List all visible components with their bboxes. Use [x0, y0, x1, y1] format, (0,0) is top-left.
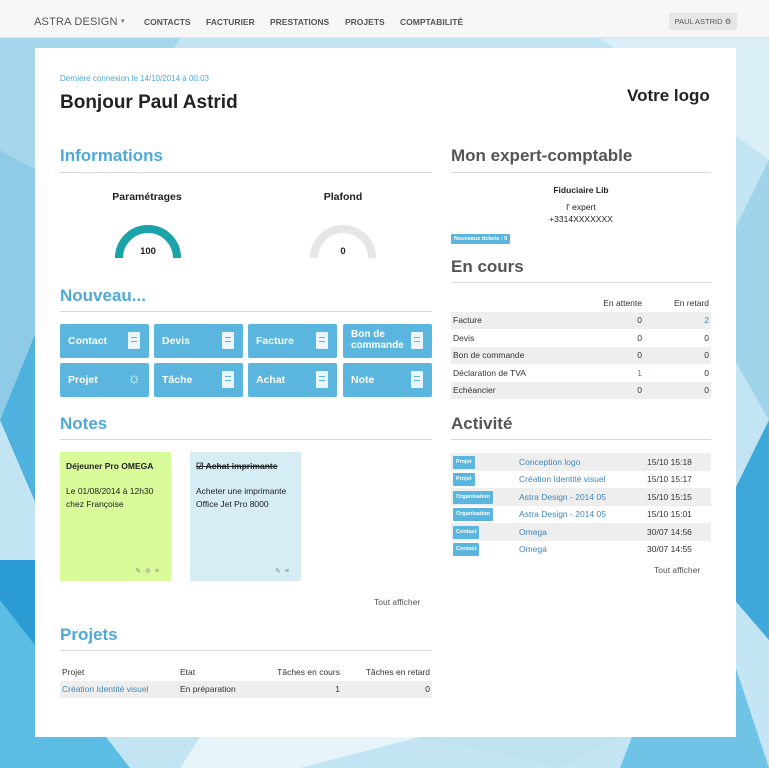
order-form-icon [411, 332, 423, 349]
projets-table: Projet Etat Tâches en cours Tâches en re… [60, 663, 432, 698]
note-body: Acheter une imprimante Office Jet Pro 80… [196, 486, 287, 509]
table-row: Contact Omega 30/07 14:55 [451, 541, 711, 559]
gauge-label-parametrages: Paramétrages [112, 191, 182, 203]
expert-title: Mon expert-comptable [451, 146, 633, 165]
receipt-icon [316, 371, 328, 388]
table-row: Bon de commande 0 0 [451, 346, 711, 364]
new-tache-button[interactable]: Tâche [154, 363, 243, 397]
type-badge: Projet [453, 473, 475, 487]
new-projet-button[interactable]: Projet ☼ [60, 363, 149, 397]
caret-down-icon[interactable]: ▾ [121, 17, 125, 25]
project-link[interactable]: Création Identité visuel [60, 680, 178, 698]
new-bon-de-commande-button[interactable]: Bon de commande [343, 324, 432, 358]
page-title: Bonjour Paul Astrid [60, 92, 238, 113]
invoice-icon [316, 332, 328, 349]
gauge-value-parametrages: 100 [140, 246, 156, 257]
activity-link[interactable]: Création Identité visuel [517, 471, 645, 489]
gauge-value-plafond: 0 [340, 246, 346, 257]
table-row: Organisation Astra Design - 2014 05 15/1… [451, 506, 711, 524]
note-icon [411, 371, 423, 388]
type-badge: Organisation [453, 490, 493, 504]
last-login-text: Dernière connexion le 14/10/2014 à 00:03 [60, 74, 209, 83]
checkbox-icon[interactable]: ☑ [196, 461, 204, 471]
activite-table: Projet Conception logo 15/10 15:18 Proje… [451, 453, 711, 558]
informations-title: Informations [60, 146, 163, 165]
activity-show-all-link[interactable]: Tout afficher [654, 565, 700, 575]
dashboard-panel: Dernière connexion le 14/10/2014 à 00:03… [35, 48, 736, 737]
gauge-label-plafond: Plafond [323, 191, 363, 203]
activity-link[interactable]: Astra Design - 2014 05 [517, 506, 645, 524]
notes-title: Notes [60, 414, 108, 433]
logo-placeholder: Votre logo [627, 86, 710, 105]
new-facture-button[interactable]: Facture [248, 324, 337, 358]
expert-name: Fiduciaire Lib [553, 185, 609, 195]
lightbulb-icon: ☼ [127, 370, 141, 387]
table-row: Création Identité visuel En préparation … [60, 680, 432, 698]
new-note-button[interactable]: Note [343, 363, 432, 397]
type-badge: Contact [453, 525, 480, 539]
table-row: Devis 0 0 [453, 332, 709, 343]
activite-title: Activité [451, 414, 513, 433]
contact-card-icon [128, 332, 140, 349]
new-contact-button[interactable]: Contact [60, 324, 149, 358]
activity-link[interactable]: Astra Design - 2014 05 [517, 488, 645, 506]
table-row: Echéancier 0 0 [451, 381, 711, 399]
projets-title: Projets [60, 625, 118, 644]
table-row: Projet Conception logo 15/10 15:18 [451, 453, 711, 471]
activity-link[interactable]: Omega [517, 523, 645, 541]
table-row: Déclaration de TVA 1 0 [453, 367, 709, 378]
type-badge: Contact [453, 543, 480, 557]
nav-comptabilite[interactable]: COMPTABILITÉ [400, 17, 463, 27]
table-row: Projet Création Identité visuel 15/10 15… [451, 471, 711, 489]
notes-show-all-link[interactable]: Tout afficher [374, 597, 420, 607]
note-body: Le 01/08/2014 à 12h30 chez Françoise [66, 486, 154, 509]
table-row: Contact Omega 30/07 14:56 [451, 523, 711, 541]
table-row: Facture 0 2 [451, 311, 711, 329]
note-tools[interactable]: ✎≡ [275, 567, 293, 575]
note-tools[interactable]: ✎⊘≡ [135, 567, 163, 575]
activity-link[interactable]: Conception logo [517, 453, 645, 471]
nav-contacts[interactable]: CONTACTS [144, 17, 191, 27]
brand-menu[interactable]: ASTRA DESIGN [34, 16, 118, 28]
user-menu-button[interactable]: PAUL ASTRID ⚙ [669, 13, 737, 30]
activity-link[interactable]: Omega [517, 541, 645, 559]
note-title: Achat imprimante [205, 461, 278, 471]
document-icon [222, 332, 234, 349]
new-devis-button[interactable]: Devis [154, 324, 243, 358]
nav-prestations[interactable]: PRESTATIONS [270, 17, 329, 27]
note-title: Déjeuner Pro OMEGA [66, 461, 154, 471]
new-achat-button[interactable]: Achat [248, 363, 337, 397]
note-card[interactable]: ☑ Achat imprimante Acheter une imprimant… [190, 452, 301, 581]
en-cours-table: En attente En retard Facture 0 2 Devis 0… [451, 294, 711, 399]
nouveau-title: Nouveau... [60, 286, 146, 305]
nav-projets[interactable]: PROJETS [345, 17, 385, 27]
type-badge: Projet [453, 455, 475, 469]
top-navbar: ASTRA DESIGN ▾ CONTACTS FACTURIER PRESTA… [0, 0, 769, 38]
table-row: Organisation Astra Design - 2014 05 15/1… [451, 488, 711, 506]
expert-contact: l' expert [566, 202, 596, 212]
en-cours-title: En cours [451, 257, 524, 276]
task-list-icon [222, 371, 234, 388]
nav-facturier[interactable]: FACTURIER [206, 17, 255, 27]
note-card[interactable]: Déjeuner Pro OMEGA Le 01/08/2014 à 12h30… [60, 452, 171, 581]
expert-phone: +3314XXXXXXX [549, 214, 613, 224]
type-badge: Organisation [453, 508, 493, 522]
tickets-badge[interactable]: Nouveaux tickets : 0 [451, 234, 511, 244]
